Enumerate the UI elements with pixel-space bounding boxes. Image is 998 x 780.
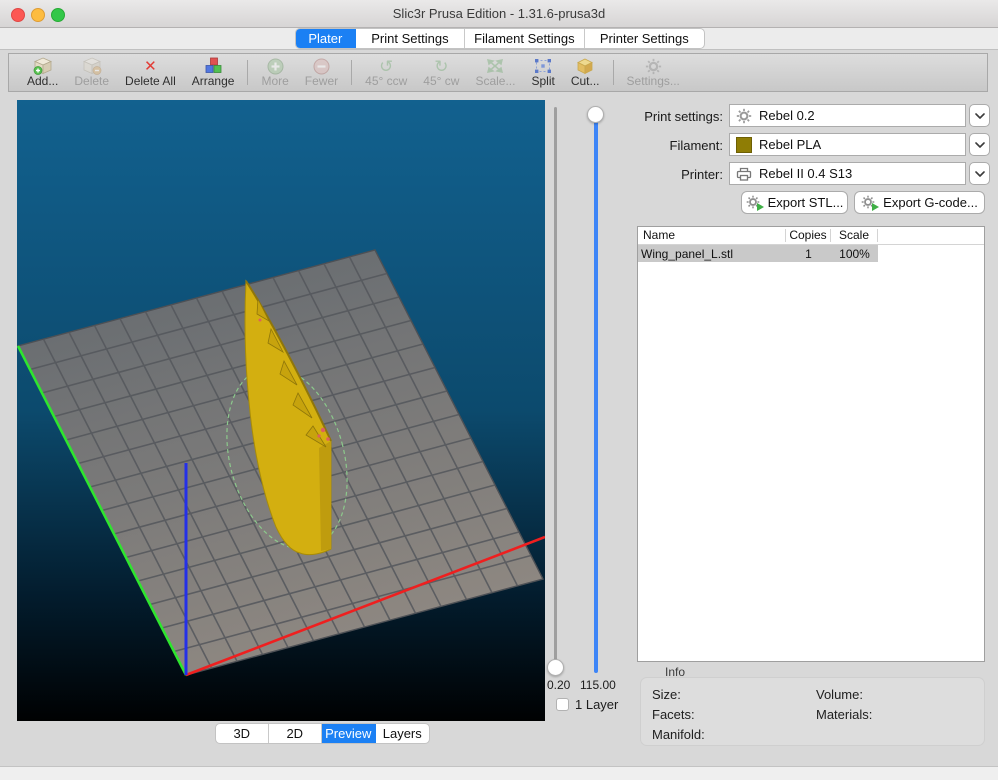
print-settings-dropdown-button[interactable] (969, 104, 990, 127)
lower-layer-slider[interactable] (554, 107, 557, 660)
fewer-button[interactable]: Fewer (297, 54, 346, 91)
plater-toolbar: Add... Delete ✕ Delete All Arrange More … (8, 53, 988, 92)
window-title: Slic3r Prusa Edition - 1.31.6-prusa3d (392, 6, 606, 21)
printer-dropdown-button[interactable] (969, 162, 990, 185)
filament-combo[interactable]: Rebel PLA (729, 133, 966, 156)
upper-layer-value: 115.00 (580, 678, 616, 692)
object-list: Name Copies Scale Wing_panel_L.stl 1 100… (637, 226, 985, 662)
delete-all-button[interactable]: ✕ Delete All (117, 54, 184, 91)
rotate-ccw-icon: ↺ (379, 56, 394, 76)
minus-circle-icon (313, 57, 330, 75)
printer-combo[interactable]: Rebel II 0.4 S13 (729, 162, 966, 185)
gear-icon (736, 108, 752, 124)
lower-layer-slider-thumb[interactable] (547, 659, 564, 676)
cut-button[interactable]: Cut... (563, 54, 608, 91)
chevron-down-icon (975, 171, 985, 177)
upper-layer-slider[interactable] (594, 115, 598, 673)
one-layer-checkbox[interactable] (556, 698, 569, 711)
info-size-label: Size: (652, 687, 681, 702)
info-manifold-label: Manifold: (652, 727, 705, 742)
export-stl-button[interactable]: Export STL... (741, 191, 848, 214)
filament-swatch-icon (736, 136, 752, 153)
cut-box-icon (575, 57, 595, 75)
lower-layer-value: 0.20 (547, 678, 571, 692)
table-row[interactable]: Wing_panel_L.stl 1 100% (638, 245, 878, 262)
toolbar-separator (247, 60, 249, 85)
toolbar-separator (612, 60, 614, 85)
view-mode-layers[interactable]: Layers (376, 724, 429, 743)
rotate-45-cw-button[interactable]: ↻ 45° cw (415, 54, 467, 91)
one-layer-label: 1 Layer (575, 697, 619, 712)
more-button[interactable]: More (253, 54, 296, 91)
status-bar (0, 767, 998, 780)
printer-label: Printer: (681, 167, 723, 182)
object-list-header: Name Copies Scale (638, 227, 984, 245)
print-settings-label: Print settings: (644, 109, 723, 124)
info-facets-label: Facets: (652, 707, 695, 722)
tab-filament-settings[interactable]: Filament Settings (465, 29, 585, 48)
scale-arrows-icon (486, 57, 504, 75)
tab-printer-settings[interactable]: Printer Settings (585, 29, 704, 48)
filament-label: Filament: (669, 138, 723, 153)
settings-button[interactable]: Settings... (619, 54, 688, 91)
3d-viewport[interactable] (17, 100, 545, 721)
chevron-down-icon (975, 142, 985, 148)
title-bar: Slic3r Prusa Edition - 1.31.6-prusa3d (0, 0, 998, 28)
delete-button[interactable]: Delete (66, 54, 117, 91)
info-materials-label: Materials: (816, 707, 873, 722)
info-volume-label: Volume: (816, 687, 863, 702)
plus-circle-icon (267, 57, 284, 75)
scale-button[interactable]: Scale... (467, 54, 523, 91)
info-panel: Size: Volume: Facets: Materials: Manifol… (640, 677, 985, 746)
print-settings-combo[interactable]: Rebel 0.2 (729, 104, 966, 127)
split-dots-icon (534, 57, 552, 75)
column-header-scale[interactable]: Scale (831, 229, 878, 242)
colored-cubes-icon (204, 57, 223, 75)
export-gcode-button[interactable]: Export G-code... (854, 191, 985, 214)
main-tab-bar: Plater Print Settings Filament Settings … (295, 28, 705, 49)
view-mode-bar: 3D 2D Preview Layers (215, 723, 430, 744)
view-mode-preview[interactable]: Preview (322, 724, 376, 743)
toolbar-separator (351, 60, 353, 85)
tab-plater[interactable]: Plater (296, 29, 356, 48)
tab-print-settings[interactable]: Print Settings (356, 29, 466, 48)
filament-dropdown-button[interactable] (969, 133, 990, 156)
view-mode-3d[interactable]: 3D (216, 724, 269, 743)
package-plus-icon (33, 57, 53, 75)
export-gear-icon (746, 195, 764, 211)
rotate-cw-icon: ↻ (434, 56, 449, 76)
column-header-name[interactable]: Name (638, 229, 786, 242)
red-x-icon: ✕ (144, 57, 157, 75)
package-minus-icon (82, 57, 102, 75)
view-mode-2d[interactable]: 2D (269, 724, 323, 743)
split-button[interactable]: Split (523, 54, 562, 91)
chevron-down-icon (975, 113, 985, 119)
arrange-button[interactable]: Arrange (184, 54, 243, 91)
add-button[interactable]: Add... (19, 54, 66, 91)
rotate-45-ccw-button[interactable]: ↺ 45° ccw (357, 54, 415, 91)
gear-icon (645, 57, 662, 75)
column-header-copies[interactable]: Copies (786, 229, 831, 242)
printer-icon (736, 166, 752, 182)
export-gear-icon (861, 195, 880, 211)
